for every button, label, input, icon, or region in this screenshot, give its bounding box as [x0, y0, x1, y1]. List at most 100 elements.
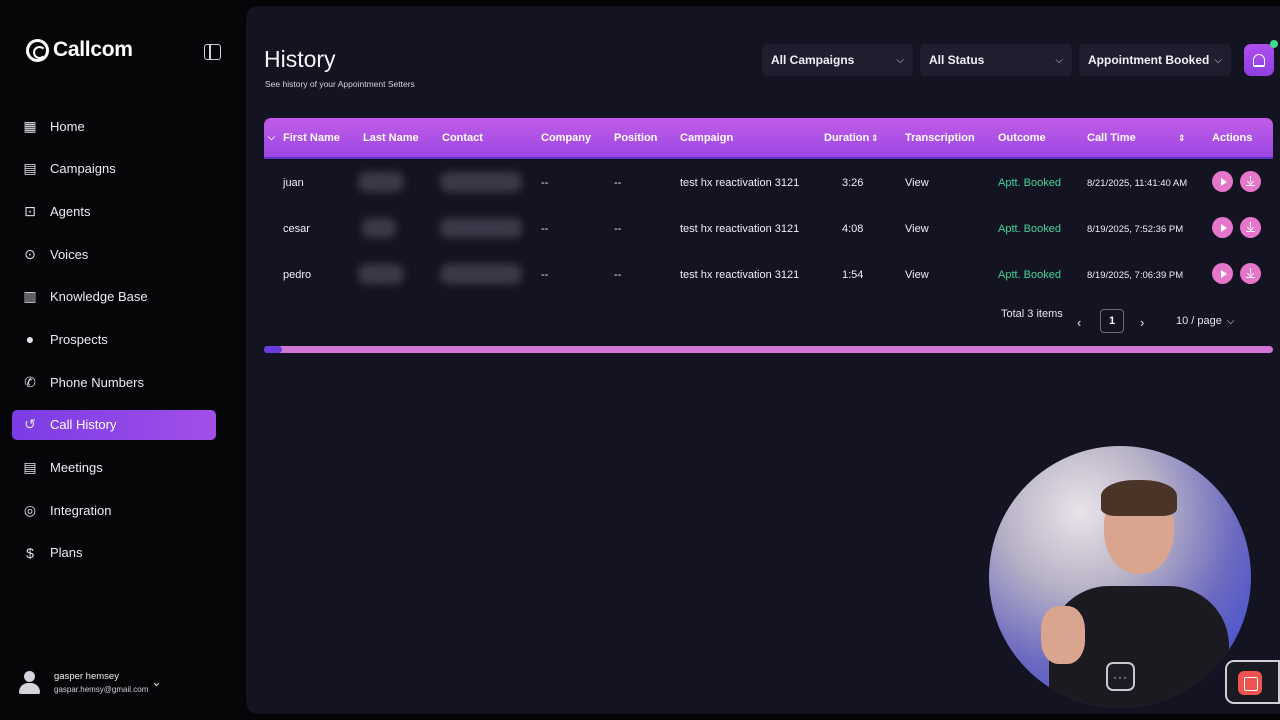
sidebar-item-knowledge-base[interactable]: ▥ Knowledge Base — [12, 282, 216, 312]
col-last-name: Last Name — [363, 132, 419, 144]
sidebar-item-call-history[interactable]: ↺ Call History — [12, 409, 216, 440]
sidebar-item-plans[interactable]: $ Plans — [12, 538, 216, 568]
chevron-down-icon: ⌵ — [1226, 315, 1235, 327]
dollar-icon: $ — [26, 544, 34, 561]
col-outcome: Outcome — [998, 132, 1046, 144]
bell-icon — [1253, 53, 1265, 67]
redacted-contact — [440, 264, 522, 284]
sidebar-item-prospects[interactable]: ● Prospects — [12, 324, 216, 354]
sidebar-item-integration[interactable]: ◎ Integration — [12, 495, 216, 525]
col-first-name: First Name — [283, 132, 340, 144]
notifications-button[interactable] — [1244, 40, 1278, 76]
redacted-last-name — [358, 264, 404, 284]
play-button[interactable] — [1212, 217, 1233, 238]
grid-icon: ▦ — [23, 117, 37, 134]
cell-duration: 3:26 — [842, 177, 864, 189]
redacted-contact — [440, 172, 522, 192]
target-icon: ◎ — [23, 501, 37, 518]
redacted-contact — [440, 218, 522, 238]
chevron-down-icon: ⌵ — [896, 54, 904, 66]
chevron-down-icon[interactable]: ⌄ — [151, 674, 162, 690]
sidebar-item-campaigns[interactable]: ▤ Campaigns — [12, 154, 216, 184]
col-position: Position — [614, 132, 658, 144]
cell-position: -- — [614, 177, 622, 189]
col-call-time[interactable]: Call Time — [1087, 132, 1136, 144]
sidebar-item-label: Prospects — [50, 331, 108, 347]
transcription-view-link[interactable]: View — [905, 177, 929, 189]
more-options-button[interactable]: ··· — [1106, 662, 1135, 691]
table-row: cesar -- -- test hx reactivation 3121 4:… — [264, 206, 1273, 252]
cell-first-name: cesar — [283, 223, 310, 235]
outcome-filter[interactable]: Appointment Booked ⌵ — [1079, 44, 1231, 76]
download-button[interactable] — [1240, 263, 1261, 284]
sort-icon[interactable]: ⇕ — [871, 133, 879, 144]
horizontal-scrollbar[interactable] — [264, 346, 1273, 353]
microphone-icon: ⊙ — [24, 245, 36, 262]
cell-campaign: test hx reactivation 3121 — [680, 269, 800, 281]
cell-position: -- — [614, 223, 622, 235]
page-title: History — [264, 46, 336, 72]
sidebar-item-home[interactable]: ▦ Home — [12, 111, 216, 141]
play-icon — [1220, 177, 1227, 186]
notification-dot — [1270, 40, 1278, 48]
sidebar-nav: ▦ Home ▤ Campaigns ⊡ Agents ⊙ Voices ▥ K… — [12, 111, 216, 581]
sidebar-collapse-icon[interactable] — [204, 44, 221, 60]
cell-campaign: test hx reactivation 3121 — [680, 223, 800, 235]
cell-outcome: Aptt. Booked — [998, 223, 1061, 235]
play-button[interactable] — [1212, 263, 1233, 284]
phone-icon: ✆ — [24, 373, 36, 390]
col-duration[interactable]: Duration — [824, 132, 869, 144]
sort-icon[interactable]: ⇕ — [1178, 133, 1186, 144]
sidebar-item-phone-numbers[interactable]: ✆ Phone Numbers — [12, 367, 216, 397]
pagination-total: Total 3 items — [1001, 308, 1063, 320]
prev-page-button[interactable]: ‹ — [1077, 315, 1081, 330]
outcome-filter-value: Appointment Booked — [1088, 53, 1210, 67]
campaign-filter-value: All Campaigns — [771, 53, 855, 67]
sidebar-item-label: Knowledge Base — [50, 289, 148, 305]
cell-first-name: juan — [283, 177, 304, 189]
download-icon — [1246, 268, 1255, 278]
play-button[interactable] — [1212, 171, 1233, 192]
sidebar-item-label: Meetings — [50, 460, 103, 475]
download-button[interactable] — [1240, 217, 1261, 238]
sidebar: Callcom ▦ Home ▤ Campaigns ⊡ Agents ⊙ Vo… — [0, 0, 246, 720]
sidebar-item-label: Call History — [50, 417, 117, 433]
col-campaign: Campaign — [680, 132, 734, 144]
sidebar-item-label: Phone Numbers — [50, 374, 144, 390]
sidebar-item-label: Integration — [50, 502, 112, 518]
col-transcription: Transcription — [905, 132, 975, 144]
next-page-button[interactable]: › — [1140, 315, 1144, 330]
stop-recording-button[interactable] — [1238, 671, 1262, 695]
expand-chevron-icon[interactable]: ⌵ — [268, 132, 275, 143]
presenter-hand — [1041, 606, 1085, 664]
table-row: pedro -- -- test hx reactivation 3121 1:… — [264, 252, 1273, 298]
download-icon — [1246, 176, 1255, 186]
col-actions: Actions — [1212, 132, 1253, 144]
status-filter-value: All Status — [929, 53, 985, 67]
transcription-view-link[interactable]: View — [905, 223, 929, 235]
scrollbar-thumb[interactable] — [264, 346, 282, 353]
page-number-button[interactable]: 1 — [1100, 309, 1124, 333]
cell-duration: 4:08 — [842, 223, 864, 235]
sidebar-item-meetings[interactable]: ▤ Meetings — [12, 453, 216, 483]
table-row: juan -- -- test hx reactivation 3121 3:2… — [264, 160, 1273, 206]
chevron-down-icon: ⌵ — [1214, 54, 1222, 66]
user-menu[interactable]: gasper hemsey gaspar.hemsy@gmail.com ⌄ — [18, 670, 162, 694]
download-icon — [1246, 222, 1255, 232]
sidebar-item-agents[interactable]: ⊡ Agents — [12, 196, 216, 226]
history-icon: ↺ — [24, 416, 36, 433]
sidebar-item-label: Voices — [50, 246, 89, 262]
page-size-select[interactable]: 10 / page ⌵ — [1176, 315, 1234, 327]
cell-company: -- — [541, 177, 549, 189]
campaign-filter[interactable]: All Campaigns ⌵ — [762, 44, 913, 76]
redacted-last-name — [362, 218, 396, 238]
transcription-view-link[interactable]: View — [905, 269, 929, 281]
logo[interactable]: Callcom — [26, 38, 133, 62]
cell-call-time: 8/19/2025, 7:52:36 PM — [1087, 224, 1184, 235]
cell-position: -- — [614, 269, 622, 281]
status-filter[interactable]: All Status ⌵ — [920, 44, 1072, 76]
download-button[interactable] — [1240, 171, 1261, 192]
cell-outcome: Aptt. Booked — [998, 177, 1061, 189]
sidebar-item-voices[interactable]: ⊙ Voices — [12, 239, 216, 269]
user-info: gasper hemsey gaspar.hemsy@gmail.com — [54, 671, 148, 694]
